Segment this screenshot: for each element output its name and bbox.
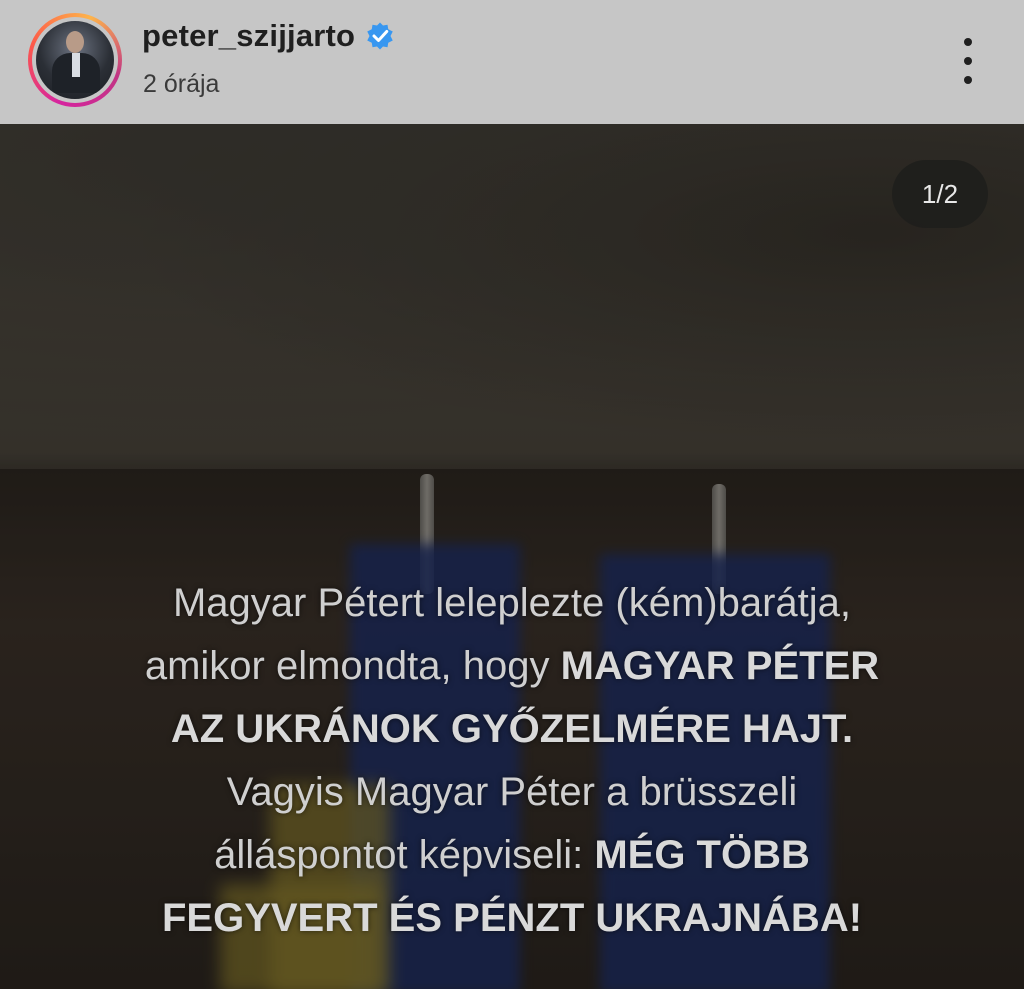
username[interactable]: peter_szijjarto [142, 18, 355, 54]
image-caption-text: Magyar Pétert leleplezte (kém)barátja, a… [40, 572, 984, 950]
post-media[interactable]: 1/2 Magyar Pétert leleplezte (kém)barátj… [0, 124, 1024, 989]
caption-line-2: amikor elmondta, hogy MAGYAR PÉTER [144, 644, 880, 688]
more-options-icon[interactable] [950, 38, 986, 84]
post-header: peter_szijjarto 2 órája [0, 0, 1024, 124]
post-timestamp: 2 órája [143, 70, 220, 98]
username-row: peter_szijjarto [142, 18, 395, 54]
carousel-counter: 1/2 [892, 160, 988, 228]
caption-line-5: álláspontot képviseli: MÉG TÖBB [214, 833, 810, 877]
avatar[interactable] [36, 21, 114, 99]
caption-line-6: FEGYVERT ÉS PÉNZT UKRAJNÁBA! [161, 896, 863, 940]
caption-line-3: AZ UKRÁNOK GYŐZELMÉRE HAJT. [170, 707, 854, 751]
verified-badge-icon [367, 22, 393, 50]
story-ring[interactable] [28, 13, 122, 107]
caption-line-1: Magyar Pétert leleplezte (kém)barátja, [172, 581, 852, 625]
caption-line-4: Vagyis Magyar Péter a brüsszeli [226, 770, 798, 814]
